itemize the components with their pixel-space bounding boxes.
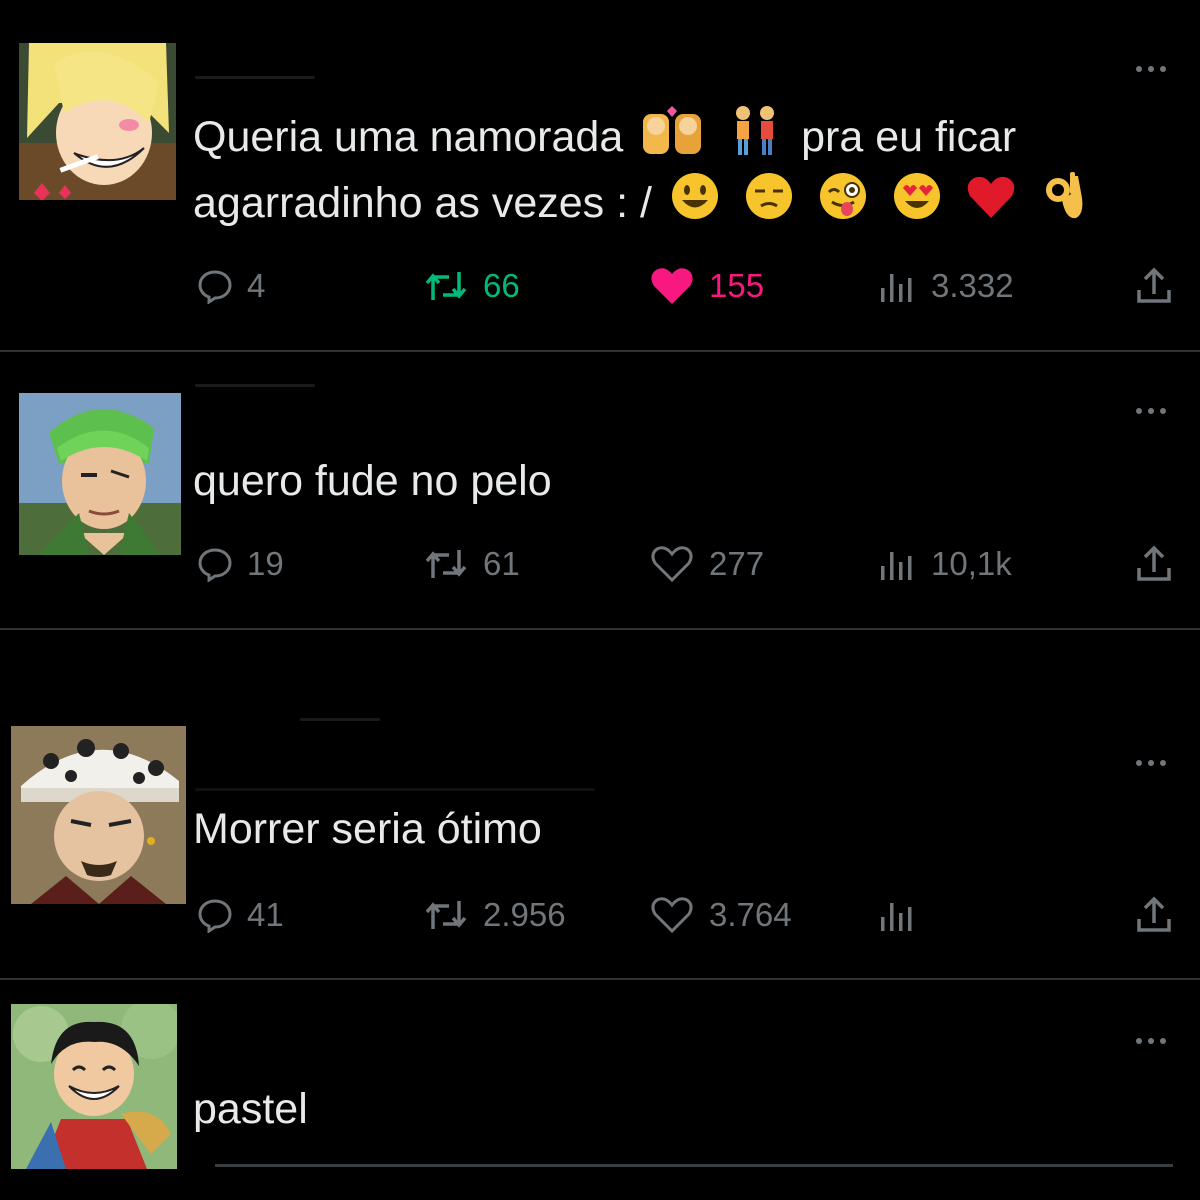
share-icon — [1137, 896, 1171, 932]
tweet-2[interactable]: quero fude no pelo 19 61 277 10,1k — [0, 352, 1200, 628]
views-button[interactable]: 3.332 — [877, 261, 1014, 311]
reply-icon — [198, 270, 232, 304]
tweet-text: pastel — [193, 1085, 308, 1133]
reply-button[interactable]: 19 — [197, 539, 284, 589]
username-placeholder — [195, 384, 315, 387]
tweet-actions: 4 66 155 3.332 — [193, 261, 1173, 311]
retweet-icon — [425, 901, 467, 929]
retweet-count: 2.956 — [483, 896, 566, 933]
reply-count: 41 — [247, 896, 284, 933]
avatar-green-hair-character-image — [19, 393, 181, 555]
smiley-emoji-icon — [670, 171, 720, 240]
winking-tongue-emoji-icon — [818, 171, 868, 240]
avatar-blond-character-image — [19, 43, 176, 200]
reply-area-divider — [215, 1164, 1173, 1167]
couple-holding-hands-emoji-icon — [727, 104, 783, 175]
more-icon[interactable] — [1136, 760, 1166, 766]
retweet-button[interactable]: 2.956 — [423, 890, 566, 940]
retweet-icon — [425, 550, 467, 578]
tweet-text-second-line: agarradinho as vezes : / — [193, 170, 1092, 241]
tweet-text: Morrer seria ótimo — [193, 805, 542, 853]
couple-with-heart-emoji-icon — [641, 104, 703, 175]
retweet-count: 61 — [483, 545, 520, 582]
views-count: 10,1k — [931, 545, 1012, 582]
reply-icon — [198, 899, 232, 933]
tweet-3[interactable]: Morrer seria ótimo 41 2.956 3.764 — [0, 630, 1200, 978]
views-button[interactable]: 10,1k — [877, 539, 1012, 589]
ok-hand-emoji-icon — [1040, 170, 1086, 241]
avatar[interactable] — [19, 393, 181, 555]
views-button[interactable] — [877, 890, 931, 940]
like-button[interactable]: 277 — [649, 539, 764, 589]
like-icon — [651, 546, 693, 583]
tweet-actions: 41 2.956 3.764 — [193, 890, 1173, 940]
more-icon[interactable] — [1136, 66, 1166, 72]
views-count: 3.332 — [931, 267, 1014, 304]
unamused-emoji-icon — [744, 171, 794, 240]
tweet-text: Queria uma namorada pra eu ficar — [193, 104, 1016, 175]
share-icon — [1137, 267, 1171, 303]
retweet-button[interactable]: 66 — [423, 261, 520, 311]
views-icon — [881, 552, 912, 580]
reply-count: 4 — [247, 267, 266, 304]
like-count: 155 — [709, 267, 765, 304]
like-button[interactable]: 3.764 — [649, 890, 792, 940]
share-button[interactable] — [1135, 539, 1173, 589]
like-button[interactable]: 155 — [649, 261, 764, 311]
views-icon — [881, 903, 912, 931]
tweet-text-line1: Queria uma namorada — [193, 113, 624, 161]
like-count: 277 — [709, 545, 765, 582]
tweet-4[interactable]: pastel — [0, 980, 1200, 1200]
avatar-straw-hat-character-image — [11, 1004, 177, 1169]
retweet-count: 66 — [483, 267, 520, 304]
reply-icon — [198, 548, 232, 582]
share-icon — [1137, 545, 1171, 581]
tweet-text: quero fude no pelo — [193, 457, 552, 505]
more-icon[interactable] — [1136, 408, 1166, 414]
avatar-spotted-hat-character-image — [11, 726, 186, 904]
like-icon — [651, 268, 693, 304]
like-icon — [651, 897, 693, 934]
username-placeholder — [300, 718, 380, 721]
tweet-1[interactable]: Queria uma namorada pra eu ficar agarrad… — [0, 0, 1200, 350]
share-button[interactable] — [1135, 890, 1173, 940]
retweet-button[interactable]: 61 — [423, 539, 520, 589]
views-icon — [881, 274, 912, 302]
avatar[interactable] — [11, 726, 186, 904]
tweet-actions: 19 61 277 10,1k — [193, 539, 1173, 589]
more-icon[interactable] — [1136, 1038, 1166, 1044]
reply-count: 19 — [247, 545, 284, 582]
username-placeholder — [195, 76, 315, 79]
avatar[interactable] — [11, 1004, 177, 1169]
share-button[interactable] — [1135, 261, 1173, 311]
tweet-text-line1-after: pra eu ficar — [801, 113, 1017, 161]
avatar[interactable] — [19, 43, 176, 200]
reply-button[interactable]: 4 — [197, 261, 265, 311]
heart-eyes-emoji-icon — [892, 171, 942, 240]
red-heart-emoji-icon — [966, 173, 1016, 239]
like-count: 3.764 — [709, 896, 792, 933]
username-placeholder — [195, 788, 595, 791]
reply-button[interactable]: 41 — [197, 890, 284, 940]
tweet-text-line2: agarradinho as vezes : / — [193, 179, 652, 227]
retweet-icon — [425, 272, 467, 300]
